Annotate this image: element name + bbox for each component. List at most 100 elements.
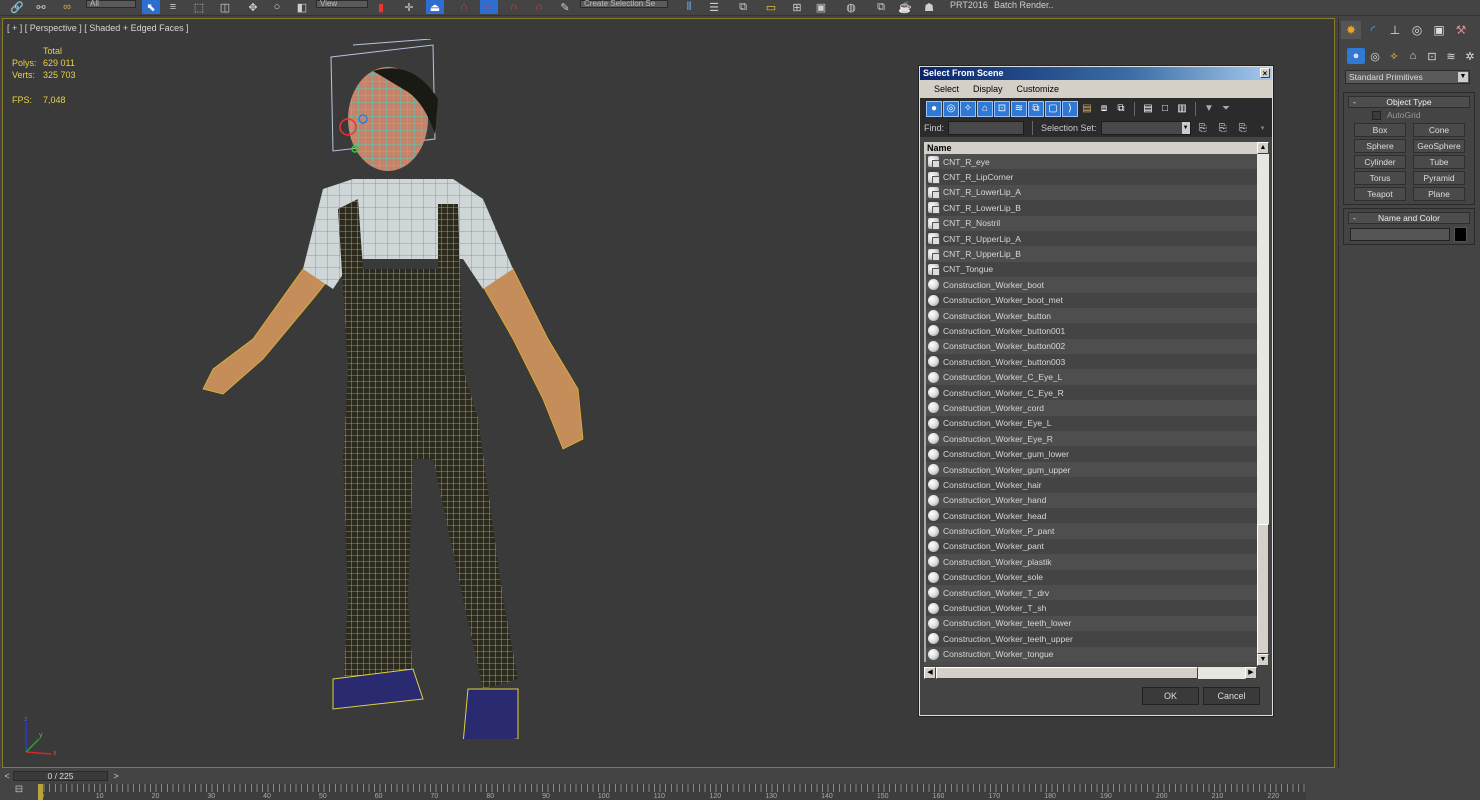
filter-bones-icon[interactable]: ⟩: [1062, 100, 1078, 117]
list-item[interactable]: Construction_Worker_teeth_upper: [924, 631, 1257, 647]
hierarchy-tab-icon[interactable]: ⊥: [1385, 21, 1405, 39]
link-icon[interactable]: 🔗: [8, 0, 26, 14]
scroll-right-icon[interactable]: ▶: [1245, 667, 1257, 679]
snap-toggle-icon[interactable]: ∩: [455, 0, 473, 14]
lights-category-icon[interactable]: ✧: [1385, 48, 1403, 64]
list-item[interactable]: Construction_Worker_button001: [924, 323, 1257, 339]
geosphere-button[interactable]: GeoSphere: [1413, 139, 1465, 153]
timeline-track[interactable]: 0102030405060708090100110120130140150160…: [38, 784, 1306, 800]
list-item[interactable]: Construction_Worker_teeth_lower: [924, 615, 1257, 632]
display-influences-icon[interactable]: ⧈: [1096, 101, 1112, 117]
list-item[interactable]: CNT_R_LowerLip_A: [924, 184, 1257, 201]
cameras-category-icon[interactable]: ⌂: [1404, 48, 1422, 64]
list-item[interactable]: Construction_Worker_button003: [924, 354, 1257, 370]
cancel-button[interactable]: Cancel: [1203, 687, 1260, 705]
previous-frame-button[interactable]: <: [1, 771, 13, 781]
list-item[interactable]: CNT_R_LowerLip_B: [924, 200, 1257, 216]
list-item[interactable]: Construction_Worker_boot_met: [924, 292, 1257, 308]
list-item[interactable]: CNT_R_Nostril: [924, 215, 1257, 231]
render-icon[interactable]: ☕: [896, 0, 914, 14]
tube-button[interactable]: Tube: [1413, 155, 1465, 169]
window-crossing-icon[interactable]: ◫: [216, 0, 234, 14]
named-selection-dropdown[interactable]: Create Selection Se: [580, 0, 668, 8]
bind-spacewarp-icon[interactable]: ∞: [58, 0, 76, 14]
systems-category-icon[interactable]: ✲: [1461, 48, 1479, 64]
menu-display[interactable]: Display: [973, 84, 1003, 94]
list-item[interactable]: Construction_Worker_boot: [924, 277, 1257, 293]
object-color-swatch[interactable]: [1454, 227, 1467, 242]
reference-coord-dropdown[interactable]: View: [316, 0, 368, 8]
edit-selection-set-icon[interactable]: ⎘: [1235, 120, 1251, 136]
list-item[interactable]: CNT_R_UpperLip_A: [924, 230, 1257, 247]
render-production-icon[interactable]: ☗: [920, 0, 938, 14]
render-setup-icon[interactable]: ◍: [842, 0, 860, 14]
prt-button[interactable]: PRT2016: [950, 0, 988, 10]
batch-render-button[interactable]: Batch Render..: [994, 0, 1054, 10]
list-item[interactable]: Construction_Worker_Eye_L: [924, 415, 1257, 432]
list-item[interactable]: Construction_Worker_button002: [924, 338, 1257, 355]
list-item[interactable]: Construction_Worker_cord: [924, 400, 1257, 416]
pyramid-button[interactable]: Pyramid: [1413, 171, 1465, 185]
keyboard-shortcut-icon[interactable]: ⏏: [426, 0, 444, 14]
scene-object-list[interactable]: CNT_R_eye CNT_R_LipCorner CNT_R_LowerLip_A…: [924, 154, 1257, 666]
name-and-color-header[interactable]: - Name and Color: [1348, 212, 1470, 224]
edit-named-sets-icon[interactable]: ✎: [556, 0, 574, 14]
list-item[interactable]: Construction_Worker_hair: [924, 477, 1257, 493]
modify-tab-icon[interactable]: ◜: [1363, 21, 1383, 39]
list-item[interactable]: CNT_R_LipCorner: [924, 169, 1257, 185]
list-item[interactable]: Construction_Worker_button: [924, 307, 1257, 324]
filter-xrefs-icon[interactable]: ▢: [1045, 100, 1061, 117]
scale-icon[interactable]: ◧: [293, 0, 311, 14]
horizontal-scrollbar[interactable]: ◀ ▶: [924, 667, 1257, 679]
next-frame-button[interactable]: >: [110, 771, 122, 781]
filter-shapes-icon[interactable]: ◎: [943, 100, 959, 117]
dialog-title-bar[interactable]: Select From Scene ×: [920, 67, 1272, 80]
chevron-down-icon[interactable]: ▼: [1458, 72, 1468, 82]
filter-icon[interactable]: ▼: [1201, 101, 1217, 117]
column-header-name[interactable]: Name: [924, 142, 1257, 154]
selection-filter-dropdown[interactable]: All: [86, 0, 136, 8]
display-tab-icon[interactable]: ▣: [1429, 21, 1449, 39]
vertical-scrollbar[interactable]: ▲ ▼: [1257, 142, 1269, 666]
current-frame-marker[interactable]: [38, 784, 43, 800]
autogrid-checkbox[interactable]: AutoGrid: [1372, 110, 1421, 120]
pivot-icon[interactable]: ▮: [372, 0, 390, 14]
move-icon[interactable]: ✥: [244, 0, 262, 14]
select-manipulate-icon[interactable]: ✛: [400, 0, 418, 14]
spacewarps-category-icon[interactable]: ≋: [1442, 48, 1460, 64]
curve-editor-icon[interactable]: ▭: [762, 0, 780, 14]
angle-snap-icon[interactable]: ∩: [480, 0, 498, 14]
motion-tab-icon[interactable]: ◎: [1407, 21, 1427, 39]
torus-button[interactable]: Torus: [1354, 171, 1406, 185]
category-dropdown[interactable]: Standard Primitives ▼: [1345, 70, 1470, 84]
autogrid-check[interactable]: [1372, 110, 1381, 120]
filter-cameras-icon[interactable]: ⌂: [977, 100, 993, 117]
scroll-down-icon[interactable]: ▼: [1257, 654, 1269, 666]
utilities-tab-icon[interactable]: ⚒: [1451, 21, 1471, 39]
list-item[interactable]: Construction_Worker_plastik: [924, 554, 1257, 570]
create-tab-icon[interactable]: ✸: [1341, 21, 1361, 39]
time-slider[interactable]: 0 / 225: [13, 771, 108, 781]
vertical-scroll-thumb[interactable]: [1257, 524, 1269, 654]
box-button[interactable]: Box: [1354, 123, 1406, 137]
list-item[interactable]: Construction_Worker_head: [924, 507, 1257, 524]
menu-select[interactable]: Select: [934, 84, 959, 94]
selection-set-dropdown[interactable]: ▼: [1100, 121, 1191, 135]
material-editor-icon[interactable]: ▣: [812, 0, 830, 14]
plane-button[interactable]: Plane: [1413, 187, 1465, 201]
rect-region-icon[interactable]: ⬚: [190, 0, 208, 14]
schematic-view-icon[interactable]: ⊞: [788, 0, 806, 14]
close-icon[interactable]: ×: [1260, 68, 1270, 78]
cone-button[interactable]: Cone: [1413, 123, 1465, 137]
mirror-icon[interactable]: ⫴: [680, 0, 698, 14]
percent-snap-icon[interactable]: ∩: [505, 0, 523, 14]
more-options-icon[interactable]: ▾: [1255, 120, 1271, 136]
list-item[interactable]: Construction_Worker_T_drv: [924, 584, 1257, 601]
list-item[interactable]: CNT_R_eye: [924, 154, 1257, 170]
list-item[interactable]: Construction_Worker_tongue: [924, 646, 1257, 662]
spinner-snap-icon[interactable]: ∩: [530, 0, 548, 14]
sphere-button[interactable]: Sphere: [1354, 139, 1406, 153]
shapes-category-icon[interactable]: ◎: [1366, 48, 1384, 64]
display-children-icon[interactable]: ▤: [1079, 101, 1095, 117]
list-item[interactable]: Construction_Worker_C_Eye_L: [924, 369, 1257, 385]
